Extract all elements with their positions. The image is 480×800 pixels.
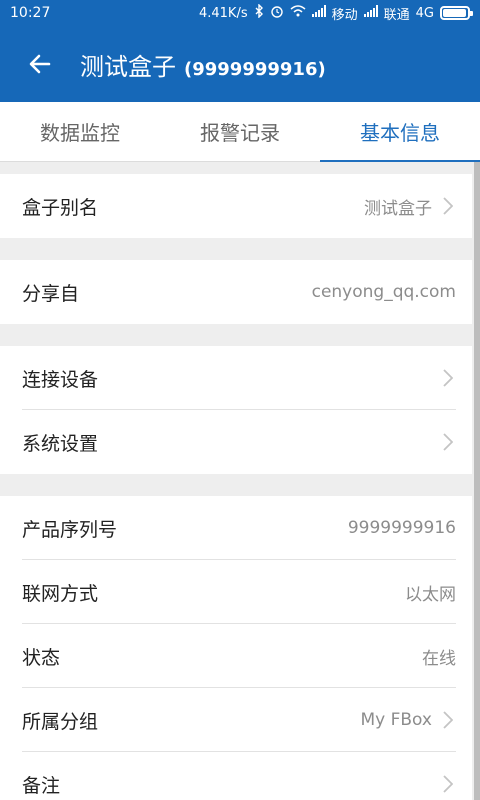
chevron-right-icon	[440, 195, 456, 217]
section-gap	[0, 162, 472, 174]
info-list: 盒子别名 测试盒子 分享自 cenyong_qq.com 连接设备 系统设置 产…	[0, 162, 472, 800]
row-alias[interactable]: 盒子别名 测试盒子	[0, 174, 472, 238]
status-right: 4.41K/s 移动 联通 4G	[198, 3, 473, 23]
row-note[interactable]: 备注	[0, 752, 472, 800]
chevron-right-icon	[440, 431, 456, 453]
row-value: 以太网	[405, 584, 456, 605]
row-label: 备注	[22, 774, 61, 797]
carrier-1: 移动	[331, 7, 358, 23]
title-serial: (9999999916)	[184, 58, 326, 80]
carrier-2: 联通	[383, 7, 410, 23]
row-network-mode: 联网方式 以太网	[0, 560, 472, 624]
chevron-right-icon	[440, 709, 456, 731]
row-connect-device[interactable]: 连接设备	[0, 346, 472, 410]
row-label: 系统设置	[22, 432, 99, 455]
row-shared-from: 分享自 cenyong_qq.com	[0, 260, 472, 324]
back-arrow-icon	[29, 54, 51, 74]
tab-basic-info[interactable]: 基本信息	[320, 102, 480, 162]
section-gap	[0, 324, 472, 346]
bluetooth-icon	[254, 3, 264, 22]
row-label: 联网方式	[22, 582, 99, 605]
row-label: 分享自	[22, 282, 80, 305]
tab-bar: 数据监控 报警记录 基本信息	[0, 102, 480, 162]
row-value: 在线	[422, 648, 456, 669]
status-time: 10:27	[10, 5, 51, 21]
chevron-right-icon	[440, 367, 456, 389]
tab-alarm-records[interactable]: 报警记录	[160, 102, 320, 161]
row-label: 产品序列号	[22, 518, 118, 541]
row-label: 连接设备	[22, 368, 99, 391]
section-gap	[0, 474, 472, 496]
row-value: cenyong_qq.com	[311, 282, 456, 302]
battery-level	[443, 9, 466, 17]
chevron-right-icon	[440, 773, 456, 795]
signal-icon	[363, 5, 378, 21]
row-system-settings[interactable]: 系统设置	[0, 410, 472, 474]
row-status: 状态 在线	[0, 624, 472, 688]
row-value: 测试盒子	[364, 198, 432, 219]
back-button[interactable]	[0, 26, 80, 102]
scrollbar[interactable]	[474, 162, 480, 800]
alarm-icon	[270, 4, 284, 22]
tab-data-monitor[interactable]: 数据监控	[0, 102, 160, 161]
signal-icon	[311, 5, 326, 21]
section-gap	[0, 238, 472, 260]
status-bar: 10:27 4.41K/s 移动 联通 4G	[0, 0, 480, 26]
title-text: 测试盒子	[80, 52, 176, 81]
row-label: 所属分组	[22, 710, 99, 733]
row-value: 9999999916	[347, 518, 456, 538]
row-value: My FBox	[360, 710, 432, 730]
row-label: 盒子别名	[22, 196, 99, 219]
row-serial-number: 产品序列号 9999999916	[0, 496, 472, 560]
app-bar: 测试盒子 (9999999916)	[0, 26, 480, 102]
wifi-icon	[290, 5, 306, 21]
row-group[interactable]: 所属分组 My FBox	[0, 688, 472, 752]
row-label: 状态	[22, 646, 61, 669]
network-type: 4G	[415, 5, 434, 21]
battery-icon	[440, 6, 473, 20]
network-speed: 4.41K/s	[198, 5, 248, 21]
page-title: 测试盒子 (9999999916)	[80, 47, 326, 82]
